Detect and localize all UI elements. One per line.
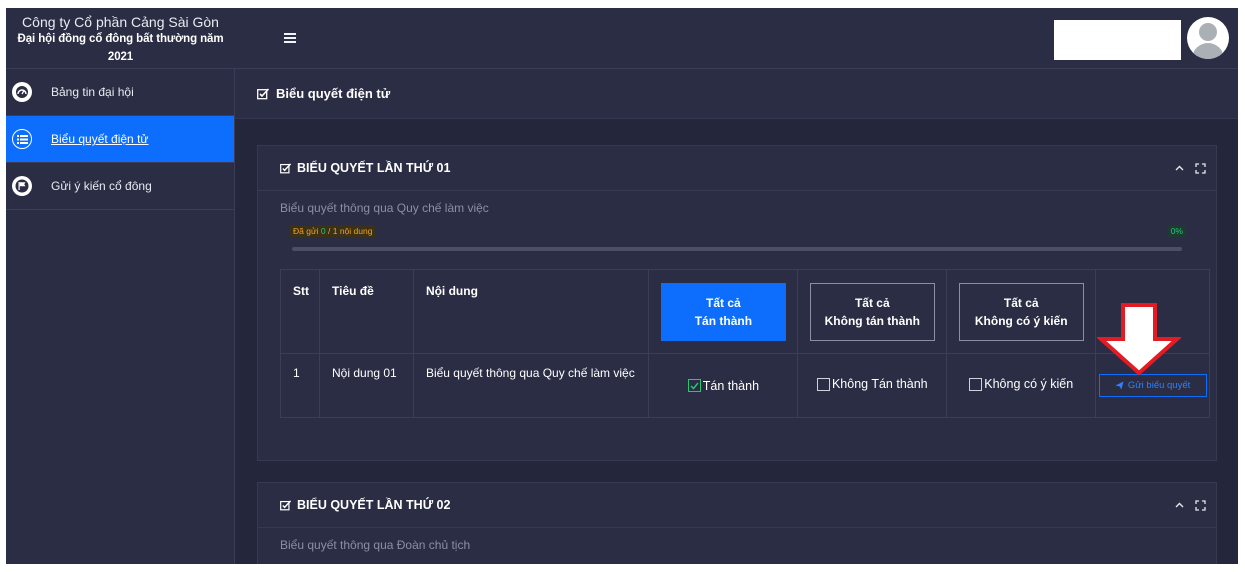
card-subtitle: Biểu quyết thông qua Quy chế làm việc: [280, 201, 489, 215]
checkbox-edit-icon: [257, 87, 270, 99]
card-tools: [1174, 498, 1206, 511]
page-title: Biểu quyết điện tử: [276, 86, 391, 101]
percent-badge: 0%: [1167, 225, 1186, 237]
progress-bar: [292, 247, 1182, 251]
checkbox-edit-icon: [280, 499, 292, 510]
cell-title: Nội dung 01: [319, 353, 414, 418]
fullscreen-icon[interactable]: [1195, 161, 1206, 174]
cell-content: Biểu quyết thông qua Quy chế làm việc: [412, 353, 650, 418]
cell-approve: Tán thành: [648, 353, 799, 418]
sent-status-badge: Đã gửi 0 / 1 nội dung: [290, 225, 376, 237]
list-icon: [12, 129, 32, 149]
header-content: Nội dung: [412, 269, 650, 354]
app-window: Công ty Cổ phần Cảng Sài Gòn Đại hội đồn…: [6, 8, 1238, 564]
checkbox-edit-icon: [280, 162, 292, 173]
sidebar-item-evote[interactable]: Biểu quyết điện tử: [6, 116, 234, 163]
cell-disapprove: Không Tán thành: [797, 353, 948, 418]
company-name: Công ty Cổ phần Cảng Sài Gòn: [22, 14, 219, 30]
card-tools: [1174, 161, 1206, 174]
no-opinion-all-button[interactable]: Tất cả Không có ý kiến: [958, 282, 1084, 341]
table-row: 1 Nội dung 01 Biểu quyết thông qua Quy c…: [280, 353, 1210, 418]
brand: Công ty Cổ phần Cảng Sài Gòn Đại hội đồn…: [6, 14, 235, 66]
paper-plane-icon: [1115, 381, 1124, 390]
collapse-icon[interactable]: [1174, 161, 1185, 172]
vote-card-02: BIỂU QUYẾT LẦN THỨ 02 Biểu quyết thông q…: [257, 482, 1217, 564]
header-approve: Tất cả Tán thành: [648, 269, 799, 354]
card-subtitle: Biểu quyết thông qua Đoàn chủ tịch: [280, 538, 471, 552]
vote-card-01: BIỂU QUYẾT LẦN THỨ 01 Biểu quyết thông q…: [257, 145, 1217, 461]
event-name: Đại hội đồng cổ đông bất thường năm 2021: [17, 33, 224, 63]
sidebar: Bảng tin đại hội Biểu quyết điện tử Gửi …: [6, 69, 235, 564]
cell-no-opinion: Không có ý kiến: [946, 353, 1097, 418]
disapprove-option[interactable]: Không Tán thành: [816, 377, 928, 392]
card-title: BIỂU QUYẾT LẦN THỨ 01: [297, 161, 451, 175]
disapprove-all-button[interactable]: Tất cả Không tán thành: [809, 282, 935, 341]
sidebar-item-feedback[interactable]: Gửi ý kiến cổ đông: [6, 163, 234, 210]
dashboard-icon: [12, 82, 32, 102]
flag-icon: [12, 176, 32, 196]
card-title: BIỂU QUYẾT LẦN THỨ 02: [297, 498, 451, 512]
collapse-icon[interactable]: [1174, 498, 1185, 509]
fullscreen-icon[interactable]: [1195, 498, 1206, 511]
down-arrow-annotation-icon: [1097, 303, 1181, 376]
no-opinion-option[interactable]: Không có ý kiến: [969, 377, 1073, 391]
check-icon: [690, 382, 699, 390]
user-info-box: [1054, 20, 1181, 60]
send-vote-button[interactable]: Gửi biểu quyết: [1098, 374, 1207, 397]
sidebar-item-news[interactable]: Bảng tin đại hội: [6, 69, 234, 116]
progress-info: Đã gửi 0 / 1 nội dung 0%: [280, 223, 1194, 239]
header-stt: Stt: [280, 269, 320, 354]
sidebar-item-label: Gửi ý kiến cổ đông: [51, 179, 152, 193]
approve-checkbox[interactable]: [687, 379, 701, 392]
approve-all-button[interactable]: Tất cả Tán thành: [660, 282, 786, 341]
no-opinion-checkbox[interactable]: [969, 377, 983, 391]
no-opinion-label: Không có ý kiến: [984, 377, 1074, 392]
approve-label: Tán thành: [702, 378, 760, 393]
card-header: BIỂU QUYẾT LẦN THỨ 01: [258, 146, 1216, 191]
approve-option[interactable]: Tán thành: [687, 378, 760, 393]
menu-toggle-icon[interactable]: [284, 33, 296, 43]
main-content: Biểu quyết điện tử BIỂU QUYẾT LẦN THỨ 01…: [235, 69, 1238, 564]
avatar[interactable]: [1187, 17, 1229, 59]
header-disapprove: Tất cả Không tán thành: [797, 269, 948, 354]
disapprove-checkbox[interactable]: [816, 377, 830, 391]
page-header: Biểu quyết điện tử: [235, 69, 1238, 119]
top-header: Công ty Cổ phần Cảng Sài Gòn Đại hội đồn…: [6, 8, 1238, 69]
sidebar-item-label: Biểu quyết điện tử: [51, 132, 149, 146]
header-no-opinion: Tất cả Không có ý kiến: [946, 269, 1097, 354]
cell-stt: 1: [280, 353, 320, 418]
header-title: Tiêu đề: [319, 269, 414, 354]
card-header: BIỂU QUYẾT LẦN THỨ 02: [258, 483, 1216, 528]
sidebar-item-label: Bảng tin đại hội: [51, 85, 134, 99]
disapprove-label: Không Tán thành: [831, 377, 928, 392]
table-header-row: Stt Tiêu đề Nội dung Tất cả Tán thành Tất…: [280, 269, 1210, 354]
vote-table: Stt Tiêu đề Nội dung Tất cả Tán thành Tất…: [280, 269, 1210, 418]
